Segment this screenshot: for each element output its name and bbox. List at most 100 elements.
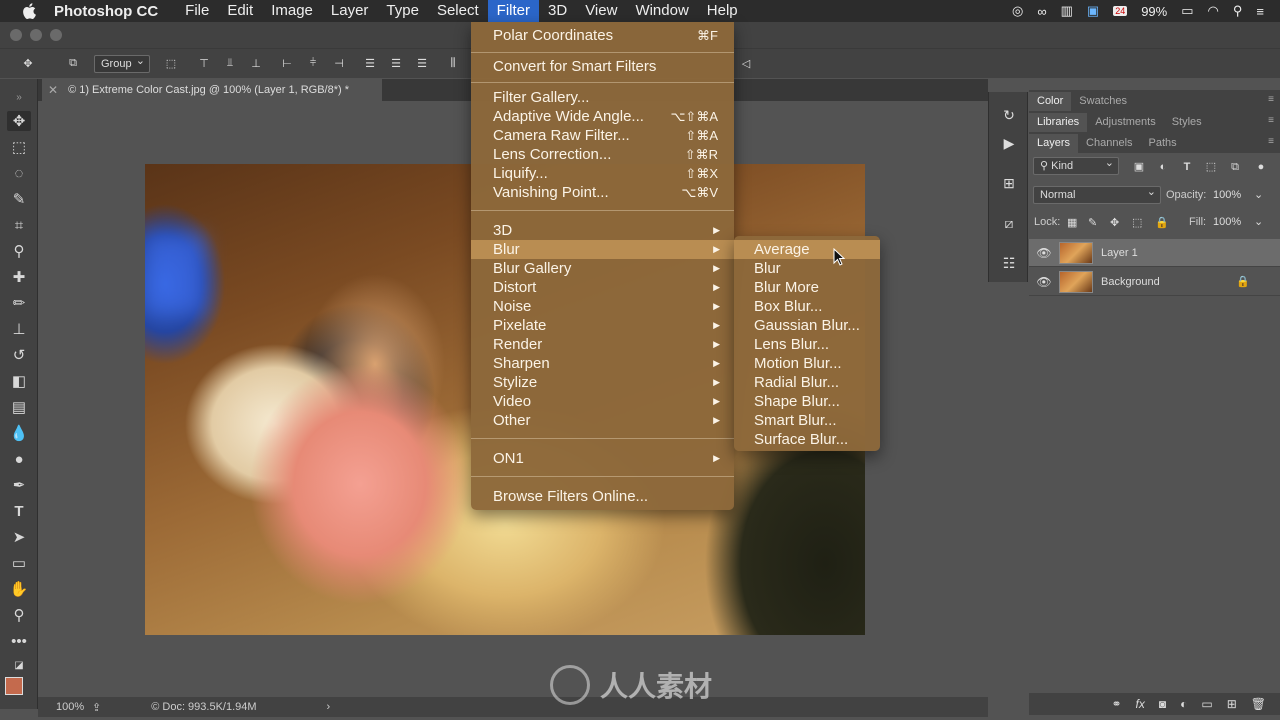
menu-image[interactable]: Image [262,0,322,22]
opacity-chevron-icon[interactable]: ⌄ [1254,188,1263,201]
menu-select[interactable]: Select [428,0,488,22]
distribute-bottom-icon[interactable]: ☰ [412,55,432,73]
menu-item-stylize[interactable]: Stylize ▶ [471,373,734,392]
menu-item-sharpen[interactable]: Sharpen ▶ [471,354,734,373]
menu-file[interactable]: File [176,0,218,22]
panel-menu-icon[interactable]: ≡ [1268,115,1274,126]
lock-all-icon[interactable]: 🔒 [1155,216,1169,229]
submenu-item-radial-blur[interactable]: Radial Blur... [734,373,880,392]
menu-item-last-filter[interactable]: Polar Coordinates ⌘F [471,26,734,45]
align-top-icon[interactable]: ⊤ [194,55,214,73]
tab-libraries[interactable]: Libraries [1029,113,1088,132]
history-brush-tool-icon[interactable]: ↺ [9,345,29,365]
menu-edit[interactable]: Edit [218,0,262,22]
opacity-value[interactable]: 100% [1213,189,1241,201]
layer-row[interactable]: 👁 Layer 1 [1029,239,1280,267]
adjustment-layer-icon[interactable]: ◐ [1180,697,1187,711]
menu-filter[interactable]: Filter [487,0,539,22]
distribute-top-icon[interactable]: ☰ [360,55,380,73]
pen-tool-icon[interactable]: ✒ [9,475,29,495]
link-layers-icon[interactable]: ⚭ [1111,697,1121,711]
character-panel-icon[interactable]: ⧄ [999,214,1019,232]
tab-styles[interactable]: Styles [1164,113,1210,132]
transform-controls-icon[interactable]: ⬚ [161,55,181,73]
menu-layer[interactable]: Layer [322,0,378,22]
filter-shape-icon[interactable]: ⬚ [1205,161,1217,173]
menu-item-adaptive-wide-angle[interactable]: Adaptive Wide Angle... ⌥⇧⌘A [471,107,734,126]
share-icon[interactable]: ⇪ [92,701,101,714]
menu-item-other[interactable]: Other ▶ [471,411,734,430]
tab-channels[interactable]: Channels [1078,134,1140,153]
sidebar-icon[interactable]: ▥ [1061,3,1073,19]
menu-item-3d[interactable]: 3D ▶ [471,221,734,240]
spotlight-icon[interactable]: ⚲ [1233,3,1243,19]
menu-item-lens-correction[interactable]: Lens Correction... ⇧⌘R [471,145,734,164]
menu-item-noise[interactable]: Noise ▶ [471,297,734,316]
submenu-item-gaussian-blur[interactable]: Gaussian Blur... [734,316,880,335]
lock-position-icon[interactable]: ✥ [1110,216,1119,229]
path-selection-tool-icon[interactable]: ➤ [9,527,29,547]
move-tool-preset-icon[interactable]: ✥ [18,55,38,73]
menu-view[interactable]: View [576,0,626,22]
menu-item-filter-gallery[interactable]: Filter Gallery... [471,88,734,107]
notification-center-icon[interactable]: ≡ [1256,4,1264,19]
submenu-item-blur-more[interactable]: Blur More [734,278,880,297]
blur-tool-icon[interactable]: 💧 [9,423,29,443]
minimize-window-button[interactable] [30,29,42,41]
add-mask-icon[interactable]: ◙ [1159,697,1166,711]
filter-toggle-icon[interactable]: ● [1255,161,1267,173]
zoom-level[interactable]: 100% [38,701,88,713]
dodge-tool-icon[interactable]: ● [9,449,29,469]
foreground-color-swatch[interactable] [5,677,23,695]
menu-3d[interactable]: 3D [539,0,576,22]
menu-item-liquify[interactable]: Liquify... ⇧⌘X [471,164,734,183]
creative-cloud-icon[interactable]: ◎ [1012,3,1023,19]
submenu-item-average[interactable]: Average [734,240,880,259]
healing-brush-tool-icon[interactable]: ✚ [9,267,29,287]
lasso-tool-icon[interactable]: ◌ [9,163,29,183]
eraser-tool-icon[interactable]: ◧ [9,371,29,391]
paragraph-panel-icon[interactable]: ☷ [999,254,1019,272]
layer-lock-icon[interactable]: 🔒 [1236,275,1250,288]
submenu-item-box-blur[interactable]: Box Blur... [734,297,880,316]
filter-smart-object-icon[interactable]: ⧉ [1229,161,1241,173]
align-right-icon[interactable]: ⊣ [329,55,349,73]
document-tab[interactable]: ✕ © 1) Extreme Color Cast.jpg @ 100% (La… [42,79,382,101]
menu-item-browse-filters[interactable]: Browse Filters Online... [471,487,734,506]
history-panel-icon[interactable]: ↻ [999,106,1019,124]
close-window-button[interactable] [10,29,22,41]
move-tool-icon[interactable]: ✥ [7,111,31,131]
menu-type[interactable]: Type [377,0,428,22]
collapse-tools-icon[interactable]: » [9,87,29,107]
submenu-item-shape-blur[interactable]: Shape Blur... [734,392,880,411]
filter-adjustment-icon[interactable]: ◐ [1157,161,1169,173]
tab-swatches[interactable]: Swatches [1071,92,1135,111]
auto-select-icon[interactable]: ⧉ [63,55,83,73]
gradient-tool-icon[interactable]: ▤ [9,397,29,417]
layer-style-icon[interactable]: fx [1136,697,1145,711]
crop-tool-icon[interactable]: ⌗ [9,215,29,235]
layer-name[interactable]: Background [1101,276,1160,288]
panel-menu-icon[interactable]: ≡ [1268,136,1274,147]
menu-item-render[interactable]: Render ▶ [471,335,734,354]
menu-item-distort[interactable]: Distort ▶ [471,278,734,297]
align-vcenter-icon[interactable]: ⫫ [220,55,240,73]
quick-select-tool-icon[interactable]: ✎ [9,189,29,209]
submenu-item-smart-blur[interactable]: Smart Blur... [734,411,880,430]
finder-icon[interactable]: ▣ [1087,3,1099,19]
menu-item-pixelate[interactable]: Pixelate ▶ [471,316,734,335]
auto-select-dropdown[interactable]: Group [94,54,150,73]
submenu-item-blur[interactable]: Blur [734,259,880,278]
type-tool-icon[interactable]: T [9,501,29,521]
close-tab-icon[interactable]: ✕ [48,83,58,97]
status-menu-arrow-icon[interactable]: › [327,701,331,713]
filter-pixel-icon[interactable]: ▣ [1133,161,1145,173]
submenu-item-lens-blur[interactable]: Lens Blur... [734,335,880,354]
eyedropper-tool-icon[interactable]: ⚲ [9,241,29,261]
zoom-window-button[interactable] [50,29,62,41]
layer-row[interactable]: 👁 Background 🔒 [1029,268,1280,296]
tab-layers[interactable]: Layers [1029,134,1079,153]
menu-window[interactable]: Window [626,0,697,22]
accessibility-icon[interactable]: ∞ [1037,4,1046,19]
submenu-item-motion-blur[interactable]: Motion Blur... [734,354,880,373]
